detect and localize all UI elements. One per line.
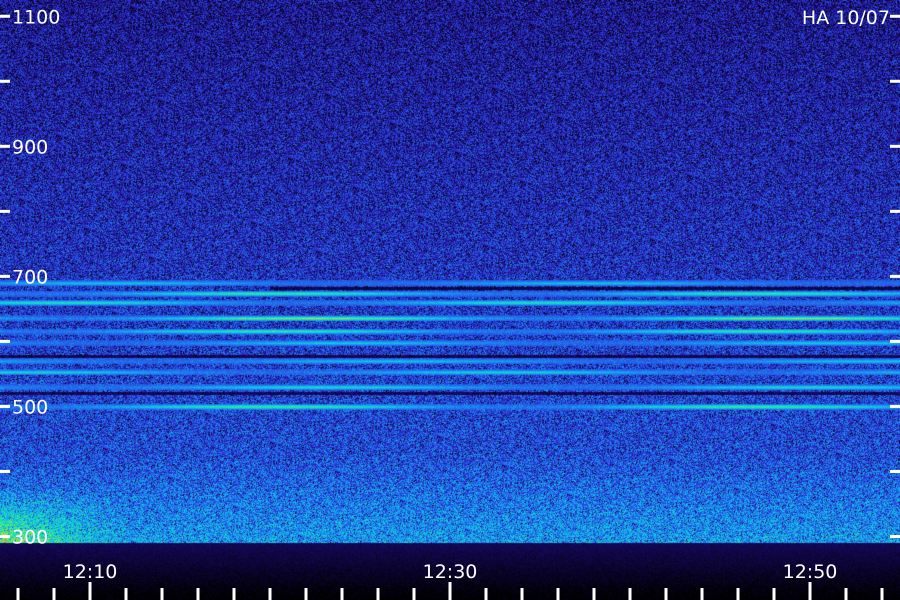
- y-tick-label-700: 700: [12, 266, 48, 288]
- y-tick-label-300: 300: [12, 526, 48, 548]
- chart-axes: 300 500 700 900 1100 12:10 12:30 12:50 HA 10/0…: [0, 6, 900, 600]
- date-annotation: HA 10/07: [802, 7, 890, 29]
- y-tick-label-900: 900: [12, 136, 48, 158]
- y-axis: 300 500 700 900 1100: [0, 6, 900, 548]
- y-tick-label-1100: 1100: [12, 6, 60, 28]
- y-tick-label-500: 500: [12, 396, 48, 418]
- x-tick-label-12:30: 12:30: [423, 561, 478, 583]
- x-tick-label-12:10: 12:10: [63, 561, 118, 583]
- spectrogram-chart: 300 500 700 900 1100 12:10 12:30 12:50 HA 10/0…: [0, 0, 900, 600]
- x-tick-label-12:50: 12:50: [783, 561, 838, 583]
- x-axis: 12:10 12:30 12:50: [16, 561, 884, 600]
